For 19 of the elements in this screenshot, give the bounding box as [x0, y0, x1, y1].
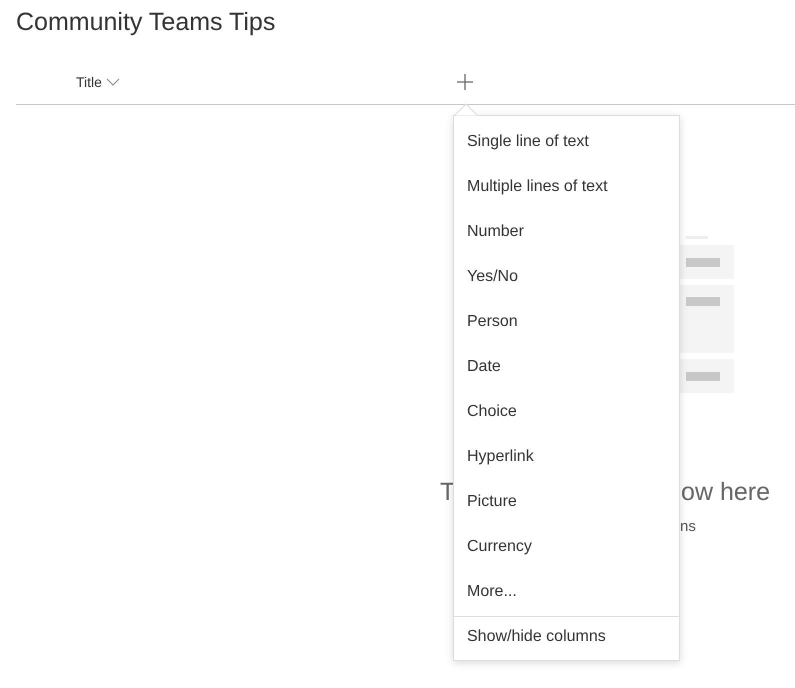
empty-state-text: ns — [680, 517, 696, 537]
plus-icon — [456, 74, 473, 90]
empty-state-heading: T — [440, 477, 456, 508]
menu-item[interactable]: Hyperlink — [454, 434, 679, 479]
menu-item[interactable]: Show/hide columns — [454, 617, 679, 657]
menu-item[interactable]: Number — [454, 209, 679, 254]
menu-item[interactable]: Date — [454, 344, 679, 389]
menu-item[interactable]: Single line of text — [454, 119, 679, 164]
menu-item[interactable]: More... — [454, 569, 679, 614]
menu-item[interactable]: Multiple lines of text — [454, 164, 679, 209]
empty-state-heading: ow here — [681, 477, 770, 508]
menu-item[interactable]: Currency — [454, 524, 679, 569]
menu-item[interactable]: Choice — [454, 389, 679, 434]
menu-item[interactable]: Person — [454, 299, 679, 344]
menu-item[interactable]: Yes/No — [454, 254, 679, 299]
chevron-down-icon — [106, 78, 120, 86]
column-header[interactable]: Title — [76, 72, 120, 92]
page-title: Community Teams Tips — [16, 7, 276, 38]
menu-item[interactable]: Picture — [454, 479, 679, 524]
